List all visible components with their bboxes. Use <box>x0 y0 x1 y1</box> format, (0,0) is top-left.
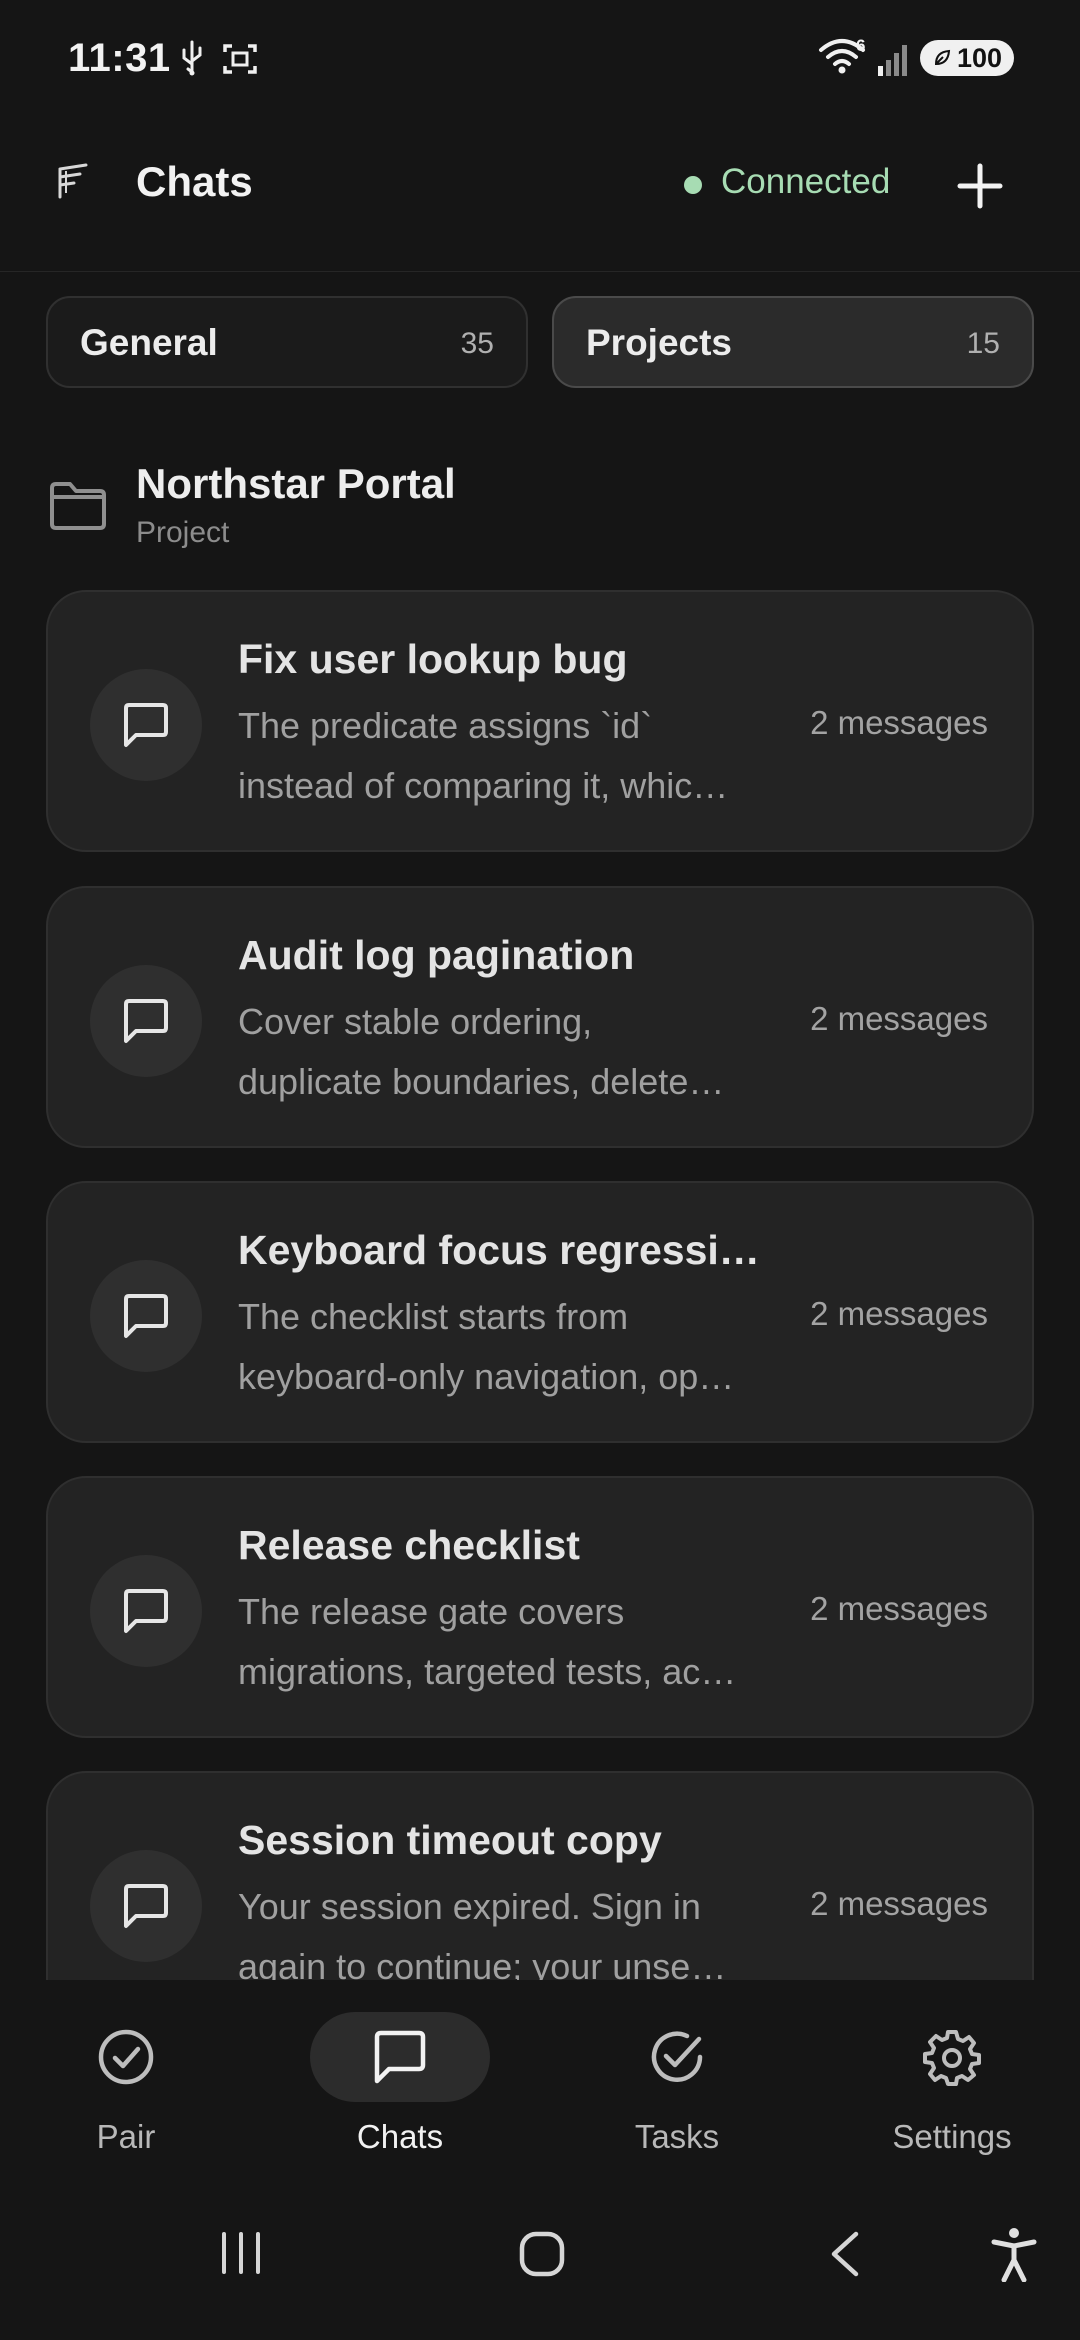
chat-item[interactable]: Session timeout copy Your session expire… <box>46 1771 1034 1980</box>
nav-label: Chats <box>356 2118 444 2155</box>
message-count: 2 messages <box>810 1590 988 1627</box>
check-circle-icon <box>98 2029 154 2085</box>
chat-avatar <box>90 965 202 1077</box>
project-type: Project <box>136 516 230 549</box>
page-title: Chats <box>136 158 253 205</box>
chat-avatar <box>90 1850 202 1962</box>
chat-preview-line: Your session expired. Sign in <box>238 1886 701 1927</box>
tab-projects-label: Projects <box>586 322 733 363</box>
nav-item-settings[interactable]: Settings <box>852 1980 1052 2180</box>
folder-icon <box>50 482 106 530</box>
new-chat-button[interactable] <box>950 156 1010 216</box>
system-nav-bar <box>0 2180 1080 2340</box>
nav-item-chats[interactable]: Chats <box>300 1980 500 2180</box>
nav-label: Tasks <box>634 2118 720 2155</box>
chat-title: Release checklist <box>238 1522 580 1568</box>
signal-icon <box>878 45 907 76</box>
screenshot-icon <box>223 44 257 74</box>
chat-preview: The release gate covers migrations, targ… <box>238 1582 778 1702</box>
recent-apps-icon[interactable] <box>218 2230 264 2276</box>
connection-status: Connected <box>721 162 891 201</box>
battery-indicator: 100 <box>920 40 1014 76</box>
message-count: 2 messages <box>810 1885 988 1922</box>
app-logo-icon <box>58 163 88 199</box>
chat-preview-line: again to continue; your unse… <box>238 1946 727 1980</box>
gear-icon <box>923 2030 981 2086</box>
nav-item-pair[interactable]: Pair <box>26 1980 226 2180</box>
nav-label: Pair <box>96 2118 156 2155</box>
chat-preview: Your session expired. Sign in again to c… <box>238 1877 778 1980</box>
chat-preview: The checklist starts from keyboard-only … <box>238 1287 778 1407</box>
connection-status-dot <box>684 176 702 194</box>
chat-avatar <box>90 669 202 781</box>
tab-general-count: 35 <box>460 327 494 360</box>
chat-title: Audit log pagination <box>238 932 635 978</box>
chat-item[interactable]: Keyboard focus regressi… The checklist s… <box>46 1181 1034 1443</box>
back-icon[interactable] <box>826 2230 866 2278</box>
app-header: Chats Connected <box>0 118 1080 272</box>
project-name: Northstar Portal <box>136 460 456 507</box>
bottom-nav: Pair Chats Tasks Settings <box>0 1980 1080 2180</box>
battery-level: 100 <box>956 42 1002 73</box>
battery-saver-icon <box>934 49 951 66</box>
chat-preview-line: The predicate assigns `id` <box>238 705 653 746</box>
message-square-icon <box>124 1294 168 1338</box>
home-icon[interactable] <box>518 2230 566 2278</box>
chat-preview-line: The checklist starts from <box>238 1296 629 1337</box>
nav-label: Settings <box>892 2118 1012 2155</box>
nav-item-tasks[interactable]: Tasks <box>577 1980 777 2180</box>
accessibility-icon[interactable] <box>990 2226 1038 2282</box>
message-count: 2 messages <box>810 1000 988 1037</box>
chat-list[interactable]: Fix user lookup bug The predicate assign… <box>0 590 1080 1980</box>
chat-title: Session timeout copy <box>238 1817 662 1863</box>
message-count: 2 messages <box>810 704 988 741</box>
chat-preview-line: instead of comparing it, whic… <box>238 765 729 806</box>
message-square-icon <box>124 703 168 747</box>
message-square-icon <box>374 2030 426 2084</box>
tab-general[interactable]: General 35 <box>46 296 528 388</box>
chat-preview-line: Cover stable ordering, <box>238 1001 593 1042</box>
tab-general-label: General <box>80 322 218 363</box>
message-square-icon <box>124 1589 168 1633</box>
message-square-icon <box>124 1884 168 1928</box>
chat-avatar <box>90 1555 202 1667</box>
chat-title: Keyboard focus regressi… <box>238 1227 760 1273</box>
check-circle-icon <box>651 2031 703 2082</box>
chat-preview-line: migrations, targeted tests, ac… <box>238 1651 737 1692</box>
message-count: 2 messages <box>810 1295 988 1332</box>
chat-item[interactable]: Audit log pagination Cover stable orderi… <box>46 886 1034 1148</box>
chat-preview: The predicate assigns `id` instead of co… <box>238 696 778 816</box>
chat-preview-line: keyboard-only navigation, op… <box>238 1356 735 1397</box>
tab-projects-count: 15 <box>966 327 1000 360</box>
chat-item[interactable]: Release checklist The release gate cover… <box>46 1476 1034 1738</box>
chat-preview-line: duplicate boundaries, delete… <box>238 1061 725 1102</box>
status-bar: 11:31 6 100 <box>0 0 1080 118</box>
message-square-icon <box>124 999 168 1043</box>
chat-preview-line: The release gate covers <box>238 1591 625 1632</box>
chat-avatar <box>90 1260 202 1372</box>
chat-item[interactable]: Fix user lookup bug The predicate assign… <box>46 590 1034 852</box>
usb-icon <box>182 40 202 76</box>
chat-title: Fix user lookup bug <box>238 636 628 682</box>
chat-preview: Cover stable ordering, duplicate boundar… <box>238 992 778 1112</box>
tab-projects[interactable]: Projects 15 <box>552 296 1034 388</box>
network-badge: 6 <box>856 36 866 55</box>
status-time: 11:31 <box>68 36 171 80</box>
